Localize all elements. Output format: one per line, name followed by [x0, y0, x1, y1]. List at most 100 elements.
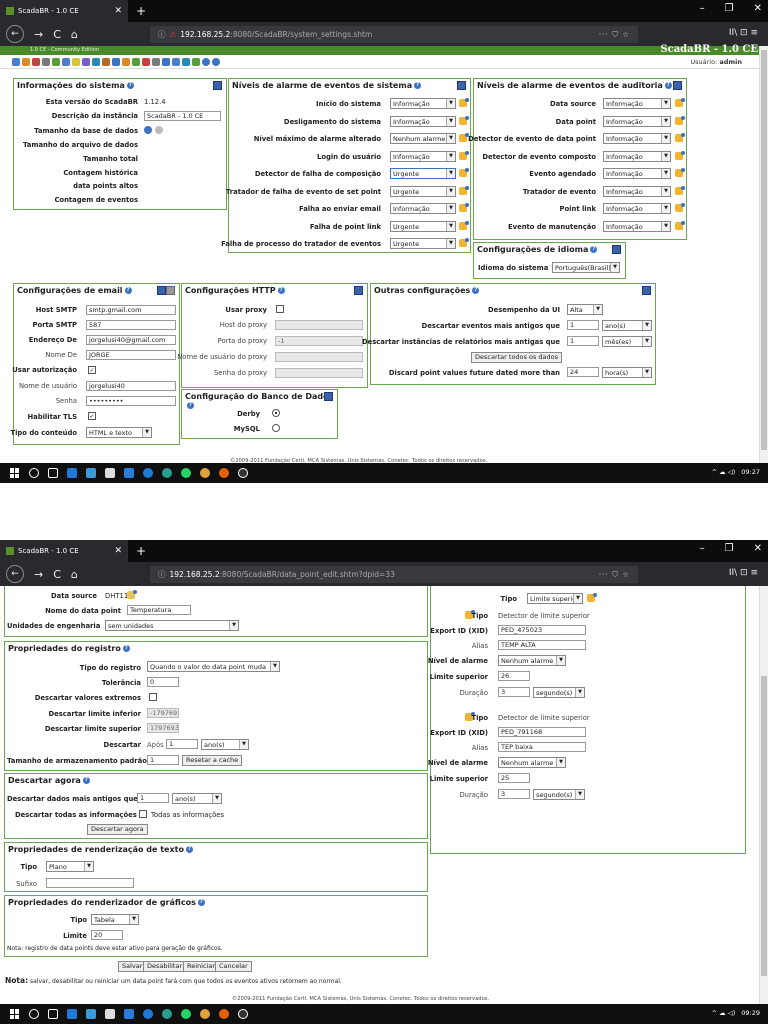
logging-type-select[interactable]: Quando o valor do data point muda ▼: [147, 661, 280, 672]
windows-start-icon[interactable]: [10, 1009, 20, 1019]
new-tab-button[interactable]: +: [136, 4, 146, 18]
alarm-flag-icon[interactable]: [675, 220, 685, 230]
purge-unit-select[interactable]: ano(s) ▼: [201, 739, 249, 750]
save-icon[interactable]: [324, 392, 333, 401]
system-settings-icon[interactable]: [172, 57, 180, 66]
help-icon[interactable]: ?: [185, 846, 193, 853]
alarm-flag-icon[interactable]: [459, 98, 469, 107]
restart-button[interactable]: Reiniciar: [183, 961, 219, 972]
back-button[interactable]: ←: [6, 25, 24, 43]
help-icon[interactable]: ?: [277, 287, 285, 294]
app-icon[interactable]: [162, 1009, 172, 1019]
save-icon[interactable]: [642, 286, 651, 295]
home-button[interactable]: ⌂: [71, 568, 78, 581]
audit-alarm-select[interactable]: Informação ▼: [603, 133, 671, 144]
from-address-input[interactable]: jorgelusi40@gmail.com: [86, 335, 176, 345]
audit-alarm-select[interactable]: Informação ▼: [603, 115, 671, 127]
system-alarm-select[interactable]: Urgente ▼: [390, 238, 456, 249]
calculator-icon[interactable]: [105, 468, 115, 478]
detector-type-select[interactable]: Limite superior ▼: [527, 593, 583, 604]
username-input[interactable]: jorgelusi40: [86, 381, 176, 391]
tls-checkbox[interactable]: ✓: [88, 412, 96, 420]
help-icon[interactable]: ?: [197, 899, 205, 906]
purge-reports-unit-select[interactable]: mês(es) ▼: [602, 336, 652, 347]
help-icon[interactable]: ?: [126, 82, 134, 89]
save-icon[interactable]: [457, 81, 466, 90]
system-alarm-select[interactable]: Informação ▼: [390, 150, 456, 162]
help-icon[interactable]: ?: [414, 82, 422, 89]
chrome-icon[interactable]: [200, 1009, 210, 1019]
chart-limit-input[interactable]: 20: [91, 930, 123, 940]
duration-number-input[interactable]: 3: [498, 687, 530, 697]
audit-alarm-select[interactable]: Informação ▼: [603, 150, 671, 162]
page-scrollbar[interactable]: [759, 46, 768, 463]
back-button[interactable]: ←: [6, 565, 24, 583]
xid-input[interactable]: PED_475023: [498, 625, 586, 635]
task-view-icon[interactable]: [48, 1009, 58, 1019]
mysql-radio[interactable]: [272, 424, 280, 432]
ie-icon[interactable]: [143, 1009, 153, 1019]
minimize-button[interactable]: –: [700, 543, 705, 554]
tray-icons[interactable]: ^ ☁ ◁): [712, 1009, 736, 1017]
system-alarm-select[interactable]: Informação ▼: [390, 115, 456, 127]
page-actions[interactable]: ··· ⛉ ☆: [599, 570, 630, 580]
purge-number-input[interactable]: 1: [166, 739, 198, 749]
events-icon[interactable]: [32, 57, 40, 66]
alarm-flag-icon[interactable]: [675, 203, 685, 212]
browser-tab[interactable]: ScadaBR - 1.0 CE ✕: [0, 540, 128, 562]
alarm-flag-icon[interactable]: [459, 115, 469, 125]
alarm-flag-icon[interactable]: [675, 185, 685, 195]
duration-unit-select[interactable]: segundo(s) ▼: [533, 687, 585, 698]
alias-input[interactable]: TEMP ALTA: [498, 640, 586, 650]
reset-cache-button[interactable]: Resetar a cache: [182, 755, 243, 766]
from-name-input[interactable]: JORGE: [86, 350, 176, 360]
send-test-email-icon[interactable]: [166, 286, 175, 295]
use-proxy-checkbox[interactable]: [276, 305, 284, 313]
system-alarm-select[interactable]: Urgente ▼: [390, 168, 456, 179]
search-icon[interactable]: [29, 1009, 39, 1019]
save-icon[interactable]: [157, 286, 166, 295]
future-values-number-input[interactable]: 24: [567, 367, 599, 377]
alarm-flag-icon[interactable]: [459, 185, 469, 195]
system-alarm-select[interactable]: Informação ▼: [390, 98, 456, 109]
content-type-select[interactable]: HTML e texto ▼: [86, 427, 152, 438]
logout-icon[interactable]: [202, 57, 210, 66]
browser-toolbar-right[interactable]: II\ ⊡ ≡: [729, 568, 758, 578]
alarm-flag-icon[interactable]: [459, 203, 469, 212]
suffix-input[interactable]: [46, 878, 134, 888]
high-limit-input[interactable]: 25: [498, 773, 530, 783]
maximize-button[interactable]: ❐: [725, 3, 734, 14]
scrollbar-thumb[interactable]: [761, 50, 767, 450]
point-links-icon[interactable]: [92, 57, 100, 66]
discard-extreme-checkbox[interactable]: [149, 693, 157, 701]
future-values-unit-select[interactable]: hora(s) ▼: [602, 367, 652, 378]
audit-alarm-select[interactable]: Informação ▼: [603, 203, 671, 214]
audit-alarm-select[interactable]: Informação ▼: [603, 185, 671, 197]
forward-button[interactable]: →: [34, 568, 43, 581]
sql-icon[interactable]: [192, 57, 200, 66]
purge-events-number-input[interactable]: 1: [567, 320, 599, 330]
scrollbar-thumb[interactable]: [761, 676, 767, 976]
edge-icon[interactable]: [67, 1009, 77, 1019]
alarm-flag-icon[interactable]: [459, 168, 469, 177]
data-point-name-input[interactable]: Temperatura: [127, 605, 191, 615]
users-icon[interactable]: [112, 57, 120, 66]
forward-button[interactable]: →: [34, 28, 43, 41]
reload-button[interactable]: C: [53, 28, 61, 41]
clock[interactable]: 09:27: [741, 468, 760, 476]
purge-reports-number-input[interactable]: 1: [567, 336, 599, 346]
high-limit-input[interactable]: 26: [498, 671, 530, 681]
file-explorer-icon[interactable]: [124, 468, 134, 478]
tolerance-input[interactable]: 0: [147, 677, 179, 687]
browser-tab[interactable]: ScadaBR - 1.0 CE ✕: [0, 0, 128, 22]
app-icon[interactable]: [162, 468, 172, 478]
data-sources-icon[interactable]: [62, 57, 70, 66]
whatsapp-icon[interactable]: [181, 1009, 191, 1019]
firefox-icon[interactable]: [219, 468, 229, 478]
smtp-port-input[interactable]: 587: [86, 320, 176, 330]
search-icon[interactable]: [29, 468, 39, 478]
whatsapp-icon[interactable]: [181, 468, 191, 478]
edit-data-source-icon[interactable]: [127, 590, 137, 599]
engineering-units-select[interactable]: sem unidades ▼: [105, 620, 239, 631]
purge-all-checkbox[interactable]: [139, 810, 147, 818]
